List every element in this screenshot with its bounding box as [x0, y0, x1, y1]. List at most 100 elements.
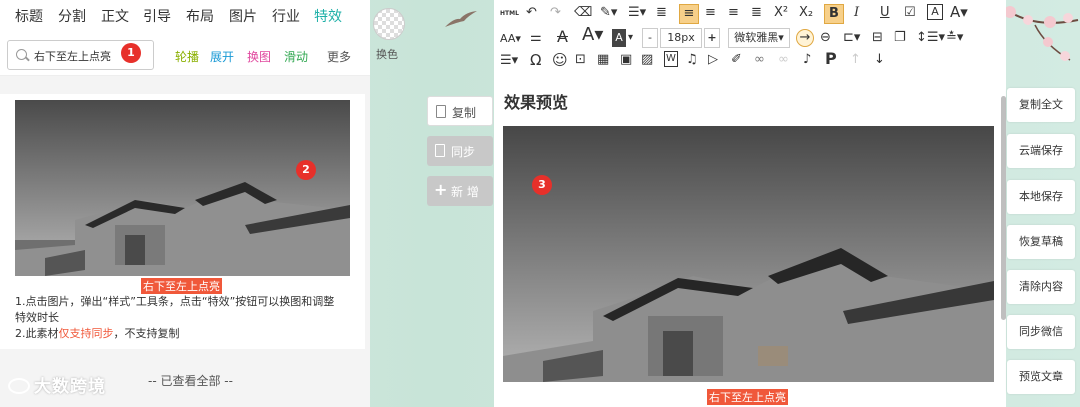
- filter-carousel[interactable]: 轮播: [175, 48, 199, 65]
- audio-icon[interactable]: ♫: [686, 51, 698, 69]
- table-icon[interactable]: ▦: [597, 51, 609, 69]
- redo-icon[interactable]: ↷: [550, 4, 561, 22]
- document-icon: [435, 144, 445, 157]
- preview-photo[interactable]: [503, 126, 994, 382]
- arrow-up-icon[interactable]: ↑: [850, 51, 861, 69]
- copy-format-icon[interactable]: ❐: [894, 29, 906, 47]
- checkbox-icon[interactable]: ☑: [904, 4, 916, 22]
- copy-button[interactable]: 复制: [427, 96, 493, 126]
- search-replace-icon[interactable]: ⊡: [575, 51, 586, 69]
- music-icon[interactable]: ♪: [803, 51, 811, 69]
- color-swatch-icon: [373, 8, 405, 40]
- material-desc-2: 特效时长: [15, 311, 59, 324]
- bold-icon[interactable]: B: [824, 4, 844, 24]
- emoji-icon[interactable]: ☺: [552, 51, 568, 69]
- list-icon[interactable]: ☰▾: [500, 52, 518, 70]
- nav-industry[interactable]: 行业: [272, 6, 300, 26]
- material-desc-3: 2.此素材仅支持同步，不支持复制: [15, 327, 180, 340]
- link-icon[interactable]: ∞: [754, 51, 765, 69]
- align-distributed-icon[interactable]: ≣: [751, 4, 762, 22]
- document-icon: [436, 105, 446, 118]
- badge-3: 3: [532, 175, 552, 195]
- align-right-icon[interactable]: ≡: [728, 4, 739, 22]
- bird-icon: [445, 11, 477, 27]
- brush-icon[interactable]: ✐: [731, 51, 742, 69]
- html-source-button[interactable]: HTML: [500, 5, 519, 23]
- clear-content-button[interactable]: 清除内容: [1007, 270, 1075, 304]
- indent-icon[interactable]: ☰▾: [628, 4, 646, 22]
- image-icon[interactable]: ▣: [620, 51, 632, 69]
- arrow-down-icon[interactable]: ↓: [874, 51, 885, 69]
- special-char-icon[interactable]: Ω: [530, 51, 541, 69]
- line-height-icon[interactable]: ↕☰▾: [916, 29, 945, 47]
- nav-body[interactable]: 正文: [101, 6, 129, 26]
- background-color-icon[interactable]: A: [612, 29, 626, 47]
- swap-color-label: 换色: [376, 48, 398, 61]
- filter-slide[interactable]: 滑动: [284, 48, 308, 65]
- font-color-icon[interactable]: A▾: [950, 3, 968, 21]
- arrow-left-circle-icon[interactable]: ⊖: [820, 29, 831, 47]
- category-nav: 标题 分割 正文 引导 布局 图片 行业 特效: [0, 0, 370, 32]
- restore-draft-button[interactable]: 恢复草稿: [1007, 225, 1075, 259]
- filter-expand[interactable]: 展开: [210, 48, 234, 65]
- undo-icon[interactable]: ↶: [526, 4, 537, 22]
- logo-icon: [8, 378, 30, 394]
- editor-panel: HTML ↶ ↷ ⌫ ✎▾ ☰▾ ≣ ≡ ≡ ≡ ≣ X² X₂ B I U ☑…: [494, 0, 1006, 407]
- brand-logo: 大数跨境: [8, 372, 106, 397]
- sync-wechat-button[interactable]: 同步微信: [1007, 315, 1075, 349]
- superscript-icon[interactable]: X²: [774, 4, 788, 22]
- font-size-field[interactable]: 18px: [660, 28, 702, 48]
- nav-image[interactable]: 图片: [229, 6, 257, 26]
- unlink-icon[interactable]: ∞: [778, 51, 789, 69]
- local-save-button[interactable]: 本地保存: [1007, 180, 1075, 214]
- nav-title[interactable]: 标题: [15, 6, 43, 26]
- sync-button[interactable]: 同步: [427, 136, 493, 166]
- material-card[interactable]: 右下至左上点亮 1.点击图片，弹出“样式”工具条，点击“特效”按钮可以换图和调整…: [0, 94, 365, 349]
- strike-a-icon[interactable]: A: [557, 28, 568, 46]
- subscript-icon[interactable]: X₂: [799, 4, 813, 22]
- align-justify-icon[interactable]: ≣: [656, 4, 667, 22]
- paragraph-format-icon[interactable]: ⊟: [872, 29, 883, 47]
- format-painter-icon[interactable]: ✎▾: [600, 4, 617, 22]
- cloud-save-button[interactable]: 云端保存: [1007, 134, 1075, 168]
- clear-format-icon[interactable]: ⌫: [574, 4, 592, 22]
- video-icon[interactable]: ▷: [708, 51, 718, 69]
- font-size-increase-button[interactable]: +: [704, 28, 720, 48]
- font-size-increase-icon[interactable]: A▾: [582, 26, 603, 44]
- font-family-select[interactable]: 微软雅黑▾: [728, 28, 790, 48]
- pattern-icon[interactable]: ▨: [641, 51, 653, 69]
- paragraph-icon[interactable]: P: [825, 50, 837, 68]
- material-desc-1: 1.点击图片，弹出“样式”工具条，点击“特效”按钮可以换图和调整: [15, 295, 335, 308]
- strikethrough-icon[interactable]: ⚌: [530, 29, 542, 47]
- filter-more[interactable]: 更多: [327, 48, 351, 65]
- vertical-align-icon[interactable]: ≛▾: [946, 29, 963, 47]
- nav-divider[interactable]: 分割: [58, 6, 86, 26]
- preview-title: 效果预览: [504, 93, 569, 112]
- search-icon: [16, 49, 27, 60]
- sync-only-note: 仅支持同步: [58, 327, 114, 340]
- copy-all-button[interactable]: 复制全文: [1007, 88, 1075, 122]
- arrow-right-icon[interactable]: →: [796, 29, 814, 47]
- align-center-icon[interactable]: ≡: [705, 4, 716, 22]
- underline-icon[interactable]: U: [880, 4, 890, 22]
- swap-color-button[interactable]: 换色: [365, 0, 415, 78]
- material-photo[interactable]: [15, 100, 350, 276]
- preview-article-button[interactable]: 预览文章: [1007, 360, 1075, 394]
- word-import-icon[interactable]: W: [664, 51, 678, 67]
- align-left-icon[interactable]: ≡: [679, 4, 699, 24]
- material-panel: 标题 分割 正文 引导 布局 图片 行业 特效 右下至左上点亮 轮播 展开 换图…: [0, 0, 370, 407]
- filter-swap-image[interactable]: 换图: [247, 48, 271, 65]
- editor-scrollbar[interactable]: [1001, 96, 1006, 320]
- nav-layout[interactable]: 布局: [186, 6, 214, 26]
- effects-subbar: 右下至左上点亮 轮播 展开 换图 滑动 更多: [0, 32, 370, 76]
- border-text-icon[interactable]: A: [927, 4, 943, 20]
- nav-effects[interactable]: 特效: [314, 6, 342, 26]
- paragraph-indent-icon[interactable]: ⊏▾: [843, 29, 860, 47]
- letter-spacing-icon[interactable]: AA▾: [500, 30, 521, 48]
- add-new-button[interactable]: + 新 增: [427, 176, 493, 206]
- italic-icon[interactable]: I: [854, 4, 859, 22]
- nav-guide[interactable]: 引导: [143, 6, 171, 26]
- bg-color-dropdown-icon[interactable]: ▾: [628, 29, 633, 47]
- material-caption: 右下至左上点亮: [141, 278, 222, 294]
- font-size-decrease-button[interactable]: -: [642, 28, 658, 48]
